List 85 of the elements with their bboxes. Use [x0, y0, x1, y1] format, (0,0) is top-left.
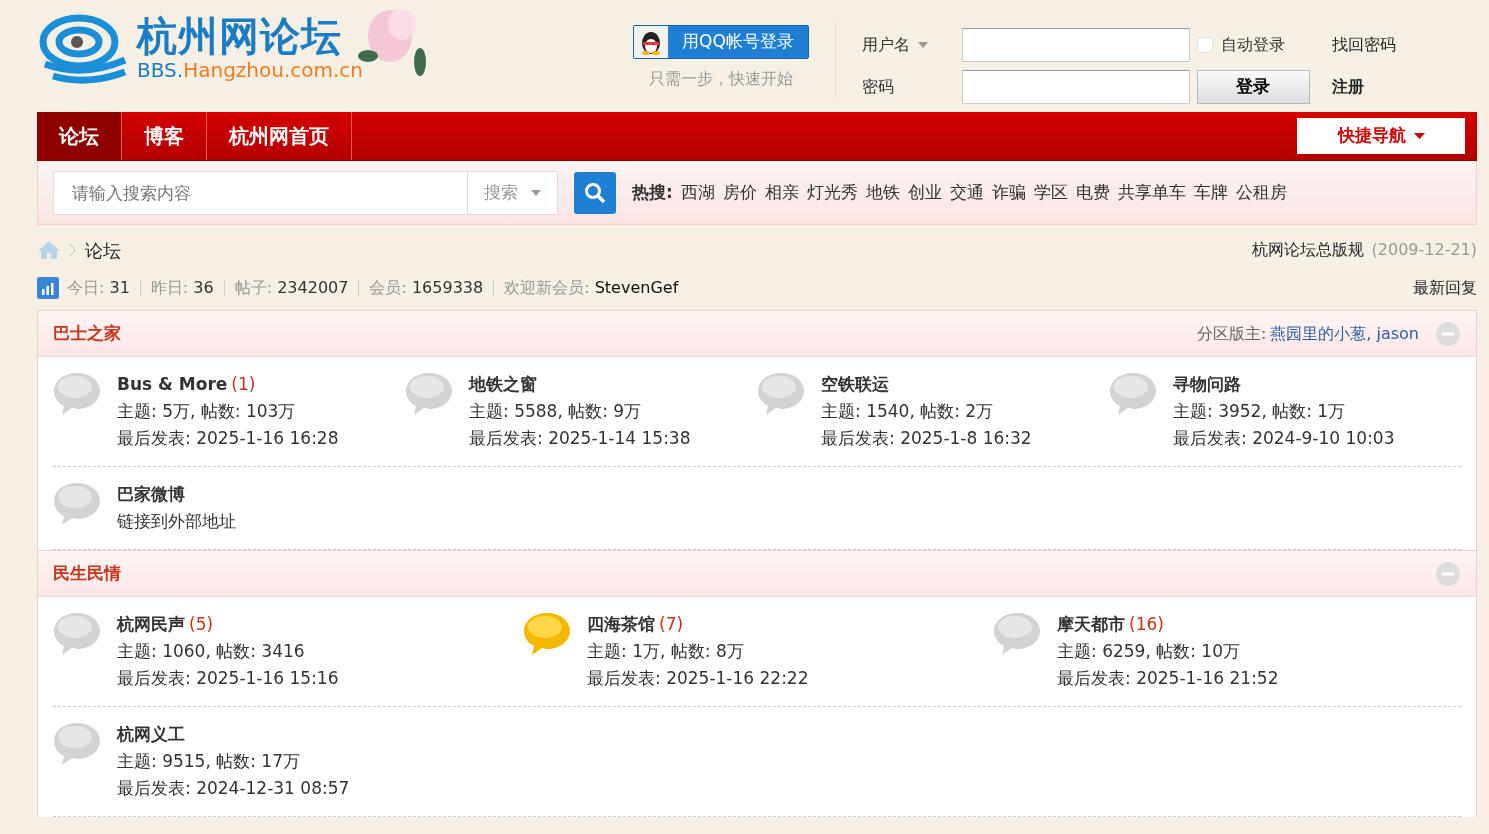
forum-stats: 主题: 3952, 帖数: 1万	[1173, 400, 1347, 423]
search-button[interactable]	[574, 171, 616, 214]
stat-item: 欢迎新会员: StevenGef	[504, 277, 679, 299]
forum-name-link[interactable]: 四海茶馆	[587, 614, 655, 634]
auto-login-label: 自动登录	[1220, 34, 1285, 56]
forum-stats: 主题: 9515, 帖数: 17万	[117, 750, 301, 773]
stat-item: 昨日: 36	[150, 277, 214, 299]
section-title[interactable]: 民生民情	[53, 560, 121, 587]
new-posts-count: (7)	[659, 614, 684, 634]
last-post-time: 最后发表: 2024-9-10 10:03	[1173, 427, 1395, 450]
forum-stats: 主题: 1万, 帖数: 8万	[587, 640, 745, 663]
moderator-names-link[interactable]: 燕园里的小葱, jason	[1270, 321, 1419, 346]
login-button[interactable]: 登录	[1196, 70, 1310, 104]
last-post-time: 最后发表: 2024-12-31 08:57	[117, 777, 350, 800]
last-post-time: 最后发表: 2025-1-16 15:16	[117, 667, 339, 690]
forum-stats: 主题: 1540, 帖数: 2万	[821, 400, 995, 423]
moderators-label: 分区版主:	[1196, 322, 1267, 345]
last-post-time: 最后发表: 2025-1-8 16:32	[821, 427, 1032, 450]
last-post-time: 最后发表: 2025-1-16 22:22	[587, 667, 809, 690]
forum-name-link[interactable]: 摩天都市	[1057, 614, 1125, 634]
new-posts-count: (5)	[189, 614, 214, 634]
logo-icon	[37, 12, 129, 84]
rules-date: (2009-12-21)	[1371, 239, 1477, 261]
hot-search-link[interactable]: 房价	[722, 179, 757, 206]
latest-replies-link[interactable]: 最新回复	[1413, 276, 1477, 300]
forum-name-link[interactable]: Bus & More	[117, 374, 228, 394]
chevron-icon	[69, 243, 77, 257]
password-field[interactable]	[961, 70, 1190, 104]
forum-name-link[interactable]: 巴家微博	[117, 484, 185, 504]
username-label: 用户名	[861, 34, 910, 56]
caret-icon	[1413, 133, 1425, 139]
stats-chart-icon	[37, 277, 59, 299]
stat-item: 帖子: 2342007	[234, 277, 349, 299]
hot-search-label: 热搜:	[632, 180, 673, 204]
hot-search-link[interactable]: 车牌	[1193, 179, 1228, 206]
section-title[interactable]: 巴士之家	[53, 320, 121, 347]
username-field[interactable]	[961, 28, 1190, 62]
hot-search-link[interactable]: 灯光秀	[806, 179, 858, 206]
last-post-time: 最后发表: 2025-1-14 15:38	[469, 427, 691, 450]
nav-tab[interactable]: 博客	[122, 112, 207, 160]
hot-search-link[interactable]: 共享单车	[1117, 179, 1186, 206]
forum-stats: 主题: 5万, 帖数: 103万	[117, 400, 297, 423]
hot-search-link[interactable]: 西湖	[680, 179, 715, 206]
new-posts-count: (16)	[1129, 614, 1164, 634]
site-url: BBS.Hangzhou.com.cn	[137, 60, 363, 80]
home-icon	[37, 240, 61, 260]
penguin-icon	[640, 29, 662, 55]
forum-name-link[interactable]: 杭网民声	[117, 614, 185, 634]
forgot-password-link[interactable]: 找回密码	[1331, 33, 1396, 57]
stat-item: 会员: 1659338	[369, 277, 484, 299]
qq-login-hint: 只需一步，快速开始	[648, 68, 793, 90]
caret-icon	[531, 189, 541, 196]
last-post-time: 最后发表: 2025-1-16 16:28	[117, 427, 339, 450]
forum-stats: 链接到外部地址	[117, 510, 236, 533]
hot-search-link[interactable]: 交通	[949, 179, 984, 206]
hot-search-link[interactable]: 公租房	[1235, 179, 1287, 206]
site-title: 杭州网论坛	[137, 16, 343, 56]
nav-tab[interactable]: 杭州网首页	[207, 112, 352, 160]
dropdown-caret-icon	[917, 42, 928, 48]
hot-search-link[interactable]: 学区	[1033, 179, 1068, 206]
hot-search-link[interactable]: 诈骗	[991, 179, 1026, 206]
forum-stats: 主题: 5588, 帖数: 9万	[469, 400, 643, 423]
forum-name-link[interactable]: 地铁之窗	[469, 374, 537, 394]
auto-login-checkbox[interactable]	[1196, 37, 1213, 53]
stat-item: 今日: 31	[67, 277, 130, 299]
forum-name-link[interactable]: 寻物问路	[1173, 374, 1241, 394]
hot-search-link[interactable]: 电费	[1075, 179, 1110, 206]
forum-stats: 主题: 6259, 帖数: 10万	[1057, 640, 1241, 663]
forum-name-link[interactable]: 空铁联运	[821, 374, 889, 394]
search-icon	[584, 181, 606, 204]
search-field[interactable]: 请输入搜索内容	[53, 170, 468, 215]
breadcrumb-link[interactable]: 论坛	[85, 236, 121, 264]
nav-tab[interactable]: 论坛	[37, 112, 122, 160]
hot-search-link[interactable]: 创业	[907, 179, 942, 206]
quick-nav-button[interactable]: 快捷导航	[1297, 118, 1465, 154]
password-label: 密码	[861, 76, 895, 98]
hot-search-link[interactable]: 相亲	[764, 179, 799, 206]
qq-login-button[interactable]: 用QQ帐号登录	[633, 25, 809, 59]
last-post-time: 最后发表: 2025-1-16 21:52	[1057, 667, 1279, 690]
new-posts-count: (1)	[231, 374, 256, 394]
hot-search-link[interactable]: 地铁	[865, 179, 900, 206]
register-link[interactable]: 注册	[1331, 75, 1364, 99]
rules-link[interactable]: 杭网论坛总版规	[1251, 238, 1364, 262]
forum-name-link[interactable]: 杭网义工	[117, 724, 185, 744]
forum-stats: 主题: 1060, 帖数: 3416	[117, 640, 306, 663]
